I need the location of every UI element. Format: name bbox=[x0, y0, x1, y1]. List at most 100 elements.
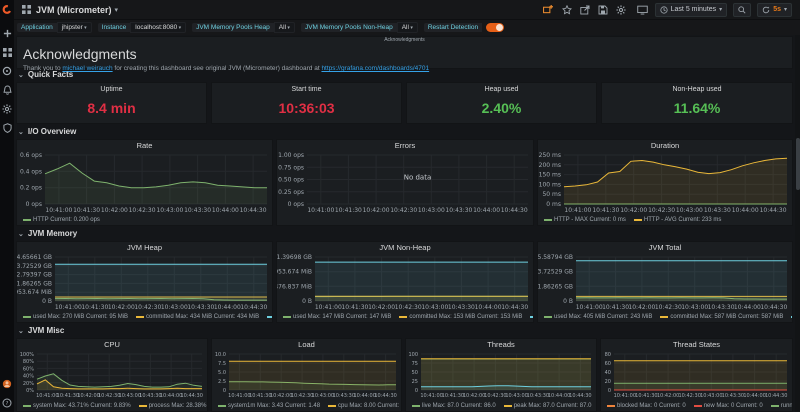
cycle-view-tv-icon[interactable] bbox=[637, 4, 649, 16]
legend-item[interactable]: process Max: 28.38% Current: 3.75% bbox=[139, 403, 207, 409]
row-quick-facts[interactable]: ⌄ Quick Facts bbox=[18, 70, 73, 79]
scrollbar-track[interactable] bbox=[795, 0, 800, 412]
svg-text:10:44:30: 10:44:30 bbox=[240, 304, 267, 311]
variable-instance[interactable]: Instance localhost:8080 bbox=[98, 22, 186, 33]
scrollbar-thumb[interactable] bbox=[796, 138, 800, 190]
variable-value-dropdown[interactable]: localhost:8080 bbox=[130, 22, 186, 33]
legend-item[interactable]: system1m Max: 3.43 Current: 1.48 bbox=[218, 403, 320, 409]
add-icon[interactable] bbox=[2, 28, 12, 38]
legend-item[interactable]: used Max: 270 MiB Current: 95 MiB bbox=[23, 314, 128, 320]
svg-text:10:42:30: 10:42:30 bbox=[655, 304, 682, 311]
panel-title[interactable]: Threads bbox=[406, 339, 596, 350]
legend-item[interactable]: peak Max: 87.0 Current: 87.0 bbox=[504, 403, 592, 409]
svg-text:10:42:30: 10:42:30 bbox=[129, 207, 156, 214]
svg-text:10:44:30: 10:44:30 bbox=[760, 207, 787, 214]
legend-item[interactable]: runnable Max: 15 Current: 15 bbox=[771, 403, 792, 409]
dashboard-settings-gear-icon[interactable] bbox=[615, 4, 627, 16]
svg-text:No data: No data bbox=[404, 174, 432, 182]
dashboard-title[interactable]: JVM (Micrometer) bbox=[36, 5, 112, 15]
panel-title[interactable]: Thread States bbox=[601, 339, 792, 350]
svg-text:0.6 ops: 0.6 ops bbox=[20, 152, 42, 159]
panel-title[interactable]: Acknowledgments bbox=[17, 37, 792, 44]
svg-text:10:43:00: 10:43:00 bbox=[700, 393, 722, 399]
dashboard-link[interactable]: https://grafana.com/dashboards/4701 bbox=[321, 65, 429, 72]
alerting-bell-icon[interactable] bbox=[2, 85, 12, 95]
legend-item[interactable]: committed Max: 153 MiB Current: 153 MiB bbox=[399, 314, 522, 320]
variable-jvm-memory-pools-non-heap[interactable]: JVM Memory Pools Non-Heap All bbox=[301, 22, 418, 33]
legend-item[interactable]: committed Max: 434 MiB Current: 434 MiB bbox=[136, 314, 259, 320]
row-jvm-misc[interactable]: ⌄ JVM Misc bbox=[18, 326, 64, 335]
legend-item[interactable]: committed Max: 587 MiB Current: 587 MiB bbox=[660, 314, 783, 320]
svg-text:10:41:00: 10:41:00 bbox=[307, 207, 334, 214]
panel-title[interactable]: Heap used bbox=[407, 86, 596, 93]
stat-heap-used: Heap used 2.40% bbox=[406, 82, 597, 124]
star-icon[interactable] bbox=[561, 4, 573, 16]
variable-application[interactable]: Application jhipster bbox=[17, 22, 92, 33]
svg-text:10:41:00: 10:41:00 bbox=[564, 207, 591, 214]
panel-title[interactable]: JVM Non-Heap bbox=[277, 242, 533, 253]
server-admin-shield-icon[interactable] bbox=[2, 123, 12, 133]
legend-item[interactable]: HTTP - MAX Current: 0 ms bbox=[544, 217, 626, 223]
restart-detection-toggle[interactable] bbox=[486, 23, 504, 32]
grafana-logo-icon[interactable] bbox=[2, 4, 12, 14]
legend-item[interactable]: HTTP - AVG Current: 233 ms bbox=[634, 217, 721, 223]
legend-item[interactable]: system Max: 43.71% Current: 9.83% bbox=[23, 403, 131, 409]
legend-item[interactable]: max Max: 3.885 GiB Current: 3.885 GiB bbox=[267, 314, 272, 320]
configuration-gear-icon[interactable] bbox=[2, 104, 12, 114]
variable-jvm-memory-pools-heap[interactable]: JVM Memory Pools Heap All bbox=[192, 22, 295, 33]
user-avatar[interactable] bbox=[2, 379, 12, 389]
legend-item[interactable]: HTTP Current: 0.200 ops bbox=[23, 217, 100, 223]
svg-text:10:43:00: 10:43:00 bbox=[161, 304, 188, 311]
panel-title[interactable]: Duration bbox=[538, 140, 792, 151]
add-panel-icon[interactable] bbox=[543, 4, 555, 16]
svg-text:10:44:30: 10:44:30 bbox=[760, 304, 787, 311]
panel-jvm-total: JVM Total 5.58794 GB3.72529 GB1.86265 GB… bbox=[537, 241, 793, 323]
explore-icon[interactable] bbox=[2, 66, 12, 76]
variable-value-dropdown[interactable]: jhipster bbox=[57, 22, 92, 33]
refresh-picker[interactable]: 5s bbox=[757, 3, 792, 17]
legend-item[interactable]: max Max: 1.236 GiB Current: 1.234 GiB bbox=[530, 314, 533, 320]
legend-item[interactable]: max Max: 5.119 GiB Current: 5.119 GiB bbox=[791, 314, 792, 320]
help-icon[interactable]: ? bbox=[2, 398, 12, 408]
variable-value-dropdown[interactable]: All bbox=[397, 22, 418, 33]
panel-title[interactable]: Load bbox=[212, 339, 401, 350]
row-io-overview[interactable]: ⌄ I/O Overview bbox=[18, 127, 76, 136]
svg-text:10:43:30: 10:43:30 bbox=[445, 207, 472, 214]
legend-item[interactable]: used Max: 147 MiB Current: 147 MiB bbox=[283, 314, 391, 320]
panel-title[interactable]: JVM Heap bbox=[17, 242, 272, 253]
share-icon[interactable] bbox=[579, 4, 591, 16]
chevron-down-icon: ⌄ bbox=[18, 327, 24, 335]
panel-title[interactable]: Start time bbox=[212, 86, 401, 93]
stat-value: 10:36:03 bbox=[212, 93, 401, 123]
legend-item[interactable]: live Max: 87.0 Current: 86.0 bbox=[412, 403, 496, 409]
panel-title[interactable]: Errors bbox=[277, 140, 533, 151]
variable-value-dropdown[interactable]: All bbox=[274, 22, 295, 33]
svg-text:10:44:00: 10:44:00 bbox=[212, 207, 239, 214]
legend-item[interactable]: used Max: 405 MiB Current: 243 MiB bbox=[544, 314, 652, 320]
svg-text:10:41:00: 10:41:00 bbox=[36, 393, 58, 399]
svg-text:1.86265 GB: 1.86265 GB bbox=[538, 283, 573, 290]
svg-text:10:42:30: 10:42:30 bbox=[484, 393, 506, 399]
panel-title[interactable]: JVM Total bbox=[538, 242, 792, 253]
legend-item[interactable]: new Max: 0 Current: 0 bbox=[694, 403, 763, 409]
svg-text:100 ms: 100 ms bbox=[539, 181, 561, 188]
save-icon[interactable] bbox=[597, 4, 609, 16]
variable-label: Application bbox=[17, 23, 57, 32]
legend-item[interactable]: blocked Max: 0 Current: 0 bbox=[607, 403, 686, 409]
legend-item[interactable]: cpu Max: 8.00 Current: 8.00 bbox=[328, 403, 401, 409]
svg-text:10:43:00: 10:43:00 bbox=[312, 393, 334, 399]
panel-title[interactable]: CPU bbox=[17, 339, 207, 350]
svg-text:10:42:30: 10:42:30 bbox=[678, 393, 700, 399]
load-chart: 10.07.55.02.5010:41:0010:41:3010:42:0010… bbox=[212, 350, 401, 400]
time-range-picker[interactable]: Last 5 minutes bbox=[655, 3, 728, 17]
dashboard-title-caret-icon[interactable]: ▾ bbox=[115, 6, 119, 14]
svg-text:75: 75 bbox=[412, 361, 418, 367]
panel-title[interactable]: Uptime bbox=[17, 86, 206, 93]
panel-title[interactable]: Rate bbox=[17, 140, 272, 151]
zoom-out-button[interactable] bbox=[733, 3, 751, 17]
dashboards-icon[interactable] bbox=[2, 47, 12, 57]
panel-title[interactable]: Non-Heap used bbox=[602, 86, 792, 93]
row-jvm-memory[interactable]: ⌄ JVM Memory bbox=[18, 229, 77, 238]
chevron-down-icon: ⌄ bbox=[18, 71, 24, 79]
ack-text-mid: for creating this dashboard see original… bbox=[113, 65, 322, 72]
